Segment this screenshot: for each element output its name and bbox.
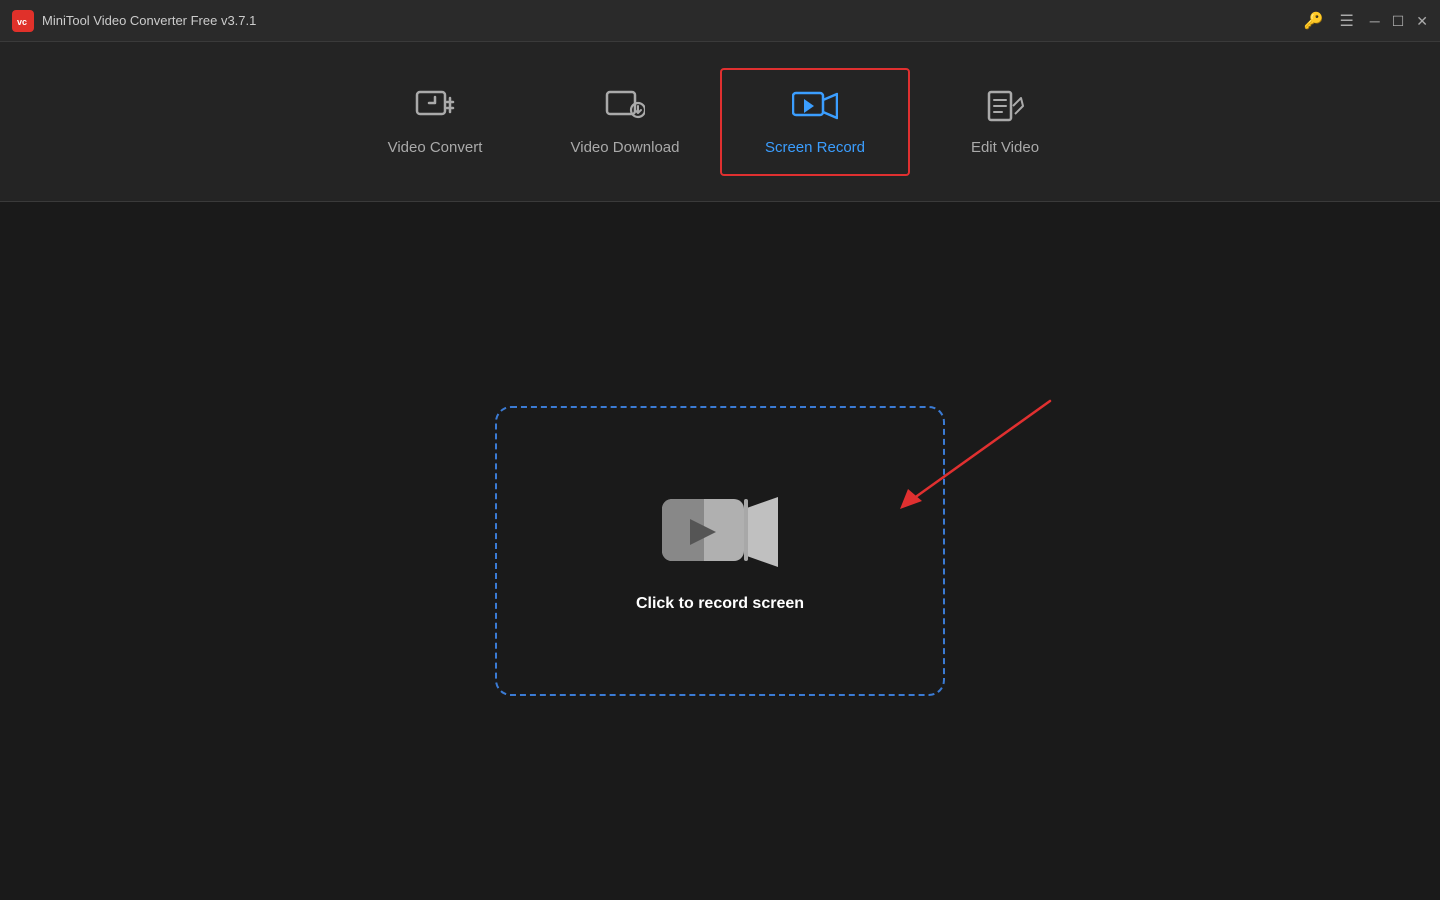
camera-icon [660, 489, 780, 575]
record-icon [792, 88, 838, 129]
title-bar-right: 🔑 ☰ ─ ☐ ✕ [1304, 11, 1428, 31]
minimize-button[interactable]: ─ [1370, 14, 1380, 28]
tab-label-video-download: Video Download [571, 139, 680, 156]
nav-bar: Video Convert Video Download [0, 42, 1440, 202]
tab-edit-video[interactable]: Edit Video [910, 68, 1100, 176]
svg-text:vc: vc [17, 17, 27, 27]
tab-label-video-convert: Video Convert [388, 139, 483, 156]
nav-tabs: Video Convert Video Download [80, 68, 1360, 176]
title-bar: vc MiniTool Video Converter Free v3.7.1 … [0, 0, 1440, 42]
window-controls: ─ ☐ ✕ [1370, 14, 1428, 28]
title-bar-left: vc MiniTool Video Converter Free v3.7.1 [12, 10, 256, 32]
download-icon [605, 88, 645, 129]
record-label: Click to record screen [636, 595, 804, 613]
maximize-button[interactable]: ☐ [1392, 14, 1405, 28]
tab-label-edit-video: Edit Video [971, 139, 1039, 156]
app-title: MiniTool Video Converter Free v3.7.1 [42, 13, 256, 28]
record-area[interactable]: Click to record screen [495, 406, 945, 696]
tab-video-download[interactable]: Video Download [530, 68, 720, 176]
tab-screen-record[interactable]: Screen Record [720, 68, 910, 176]
main-content: Click to record screen [0, 202, 1440, 900]
key-icon[interactable]: 🔑 [1304, 11, 1324, 31]
convert-icon [415, 88, 455, 129]
tab-label-screen-record: Screen Record [765, 139, 865, 156]
menu-icon[interactable]: ☰ [1339, 11, 1353, 31]
tab-video-convert[interactable]: Video Convert [340, 68, 530, 176]
edit-icon [985, 88, 1025, 129]
app-logo: vc [12, 10, 34, 32]
close-button[interactable]: ✕ [1416, 14, 1428, 28]
